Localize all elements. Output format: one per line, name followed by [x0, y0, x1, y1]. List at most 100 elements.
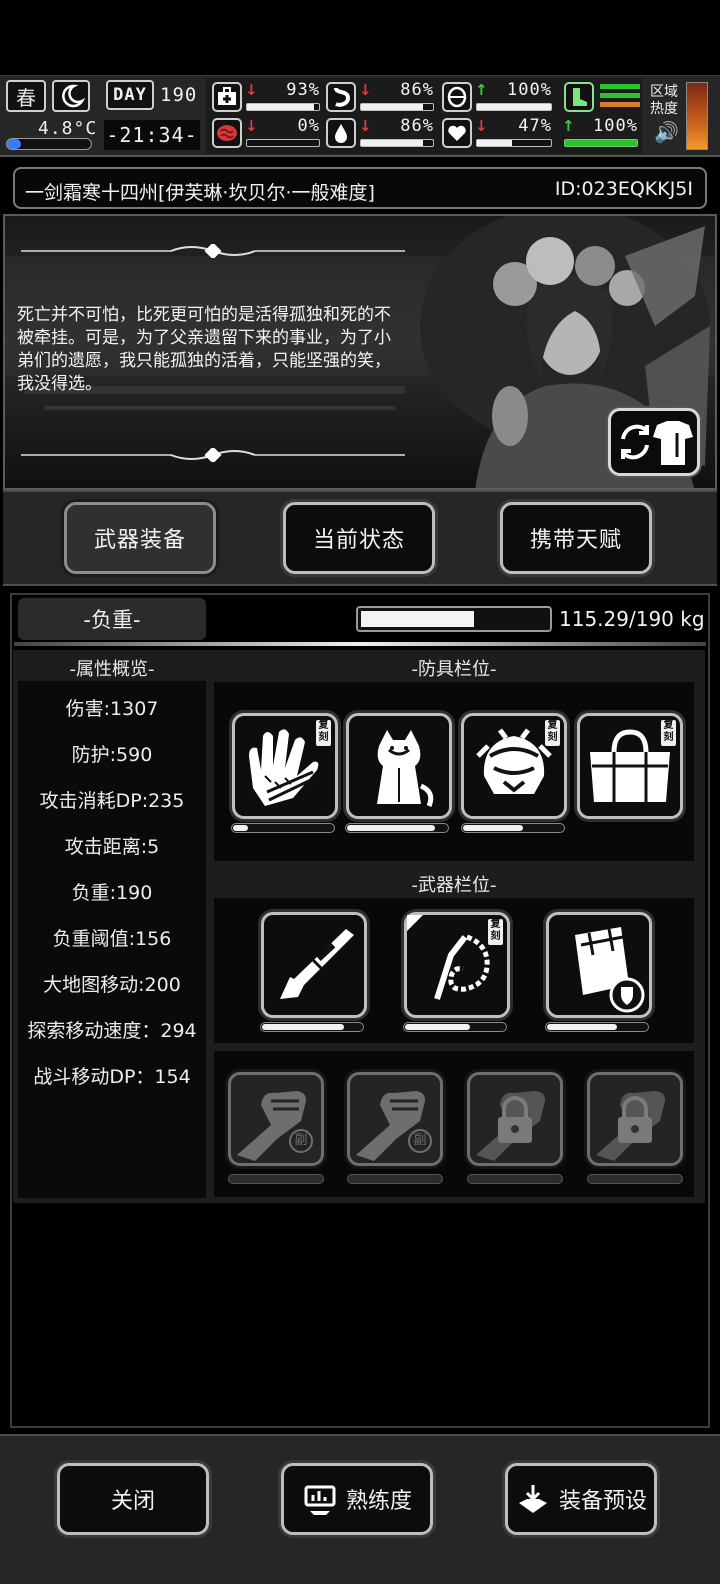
region-heat-label: 区域 热度 [650, 84, 678, 117]
weight-value: 115.29/190 kg [559, 607, 705, 631]
shotgun-icon [280, 929, 354, 999]
slot-durability-bar [228, 1174, 324, 1184]
tab-label: 携带天赋 [529, 528, 622, 553]
tab-label: 当前状态 [312, 528, 405, 553]
secondary-mark: 副 [289, 1129, 313, 1153]
load-level-icon [600, 84, 640, 110]
speaker-icon[interactable]: 🔊 [654, 120, 679, 144]
weapon-slot-whip[interactable]: 复刻 [404, 912, 510, 1018]
mood-value: 47% [518, 116, 552, 136]
weapon-durability-bar [403, 1022, 507, 1032]
padlock-icon [596, 1091, 665, 1161]
preset-label: 装备预设 [558, 1489, 647, 1514]
equipment-preset-button[interactable]: 装备预设 [505, 1463, 657, 1535]
weapon-slot-shield[interactable] [546, 912, 652, 1018]
proficiency-button[interactable]: 熟练度 [281, 1463, 433, 1535]
padlock-icon [476, 1091, 545, 1161]
hunger-bar [360, 103, 434, 111]
replica-badge: 复刻 [545, 720, 560, 746]
armor-slot-cloak[interactable] [346, 713, 452, 819]
locked-slot-2[interactable] [587, 1072, 683, 1166]
mood-bar [476, 139, 552, 147]
day-badge: DAY [106, 80, 154, 110]
stamina-bar [476, 103, 552, 111]
armor-slots-title: -防具栏位- [411, 659, 497, 680]
hooded-cloak-icon [377, 730, 434, 807]
water-drop-icon [326, 118, 356, 148]
proficiency-icon [304, 1485, 336, 1515]
infection-trend-icon: ↓ [245, 117, 258, 135]
secondary-slot-2[interactable]: 副 [347, 1072, 443, 1166]
temperature-gauge [6, 138, 92, 150]
weapon-slots-title: -武器栏位- [411, 875, 497, 896]
top-ornament [21, 244, 405, 258]
infection-bar [246, 139, 320, 147]
armor-durability-bar [461, 823, 565, 833]
change-outfit-button[interactable] [608, 408, 700, 476]
status-hud: 春 4.8°C DAY 190 -21:34- ↓ 93% ↓ 86% ↑ 10… [0, 75, 720, 157]
weapon-slot-shotgun[interactable] [261, 912, 367, 1018]
player-id: ID:023EQKKJ5I [554, 178, 693, 200]
stamina-value: 100% [507, 80, 552, 100]
slot-durability-bar [347, 1174, 443, 1184]
region-heat-gauge [686, 82, 708, 150]
attr-attack-range: 攻击距离:5 [64, 836, 160, 858]
secondary-slot-1[interactable]: 副 [228, 1072, 324, 1166]
attr-world-map-move: 大地图移动:200 [43, 974, 181, 996]
armor-slot-helmet[interactable]: 复刻 [461, 713, 567, 819]
attr-carry-weight: 负重:190 [71, 882, 153, 904]
locked-slot-1[interactable] [467, 1072, 563, 1166]
boots-value: 100% [593, 116, 638, 136]
replica-badge: 复刻 [488, 919, 503, 945]
attributes-title: -属性概览- [69, 659, 155, 680]
health-bar [246, 103, 320, 111]
attr-attack-dp-cost: 攻击消耗DP:235 [39, 790, 185, 812]
game-clock: -21:34- [104, 120, 200, 150]
thirst-bar [360, 139, 434, 147]
weight-bar [356, 606, 552, 632]
proficiency-label: 熟练度 [345, 1489, 412, 1514]
infection-value: 0% [297, 116, 320, 136]
brain-icon [212, 118, 242, 148]
season-badge: 春 [6, 80, 46, 112]
replica-badge: 复刻 [316, 720, 331, 746]
attr-protection: 防护:590 [71, 744, 153, 766]
shield-case-icon [575, 927, 645, 1013]
medkit-icon [212, 82, 242, 112]
hunger-value: 86% [400, 80, 434, 100]
slot-durability-bar [467, 1174, 563, 1184]
slot-durability-bar [587, 1174, 683, 1184]
health-trend-icon: ↓ [245, 81, 258, 99]
character-quote: 死亡并不可怕，比死更可怕的是活得孤独和死的不被牵挂。可是，为了父亲遗留下来的事业… [17, 305, 391, 394]
outfit-swap-icon [621, 421, 693, 465]
heart-icon [442, 118, 472, 148]
tab-current-status[interactable]: 当前状态 [283, 502, 435, 574]
attributes-list: 伤害:1307 防护:590 攻击消耗DP:235 攻击距离:5 负重:190 … [18, 681, 206, 1198]
armor-durability-bar [231, 823, 335, 833]
day-value: 190 [160, 84, 198, 106]
health-value: 93% [286, 80, 320, 100]
bottom-ornament [21, 448, 405, 462]
mood-trend-icon: ↓ [475, 117, 488, 135]
season-text: 春 [16, 85, 36, 110]
armor-slot-gloves[interactable]: 复刻 [232, 713, 338, 819]
tab-label: 武器装备 [93, 528, 186, 553]
thirst-value: 86% [400, 116, 434, 136]
thirst-trend-icon: ↓ [359, 117, 372, 135]
tab-weapons-equipment[interactable]: 武器装备 [64, 502, 216, 574]
divider [14, 642, 706, 646]
secondary-mark: 副 [408, 1129, 432, 1153]
replica-badge: 复刻 [661, 720, 676, 746]
weight-label: -负重- [18, 598, 206, 640]
stomach-icon [326, 82, 356, 112]
tab-carried-talents[interactable]: 携带天赋 [500, 502, 652, 574]
close-button[interactable]: 关闭 [57, 1463, 209, 1535]
capsule-icon [442, 82, 472, 112]
armor-slot-bag[interactable]: 复刻 [577, 713, 683, 819]
preset-download-icon [518, 1485, 547, 1513]
day-label: DAY [113, 85, 147, 105]
weapon-durability-bar [260, 1022, 364, 1032]
close-label: 关闭 [110, 1489, 155, 1514]
boots-trend-icon: ↑ [562, 117, 575, 135]
attr-weight-threshold: 负重阈值:156 [52, 928, 172, 950]
